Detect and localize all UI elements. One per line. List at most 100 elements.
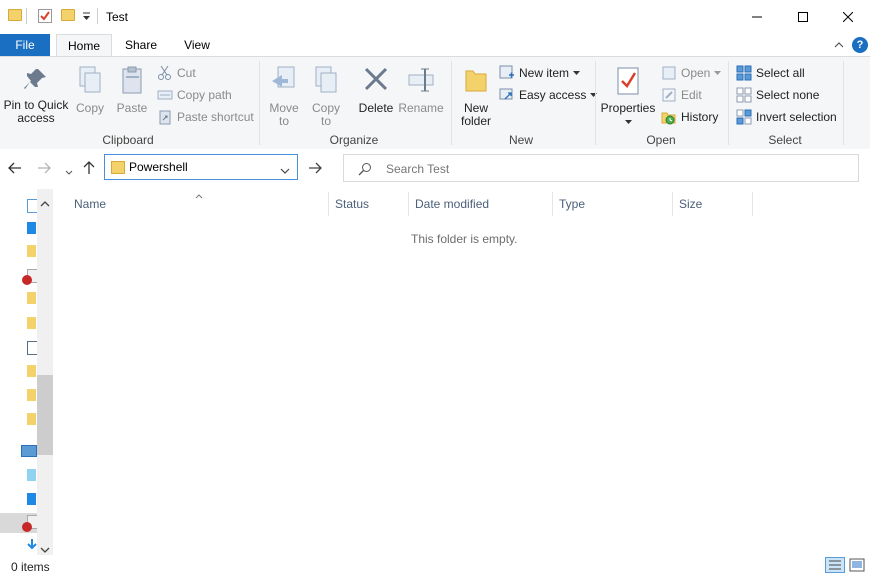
- pin-to-quick-access-button[interactable]: Pin to Quick access: [2, 65, 70, 125]
- go-arrow-icon[interactable]: [308, 162, 322, 177]
- rename-button[interactable]: Rename: [398, 65, 444, 115]
- copy-icon: [79, 66, 101, 93]
- tab-file[interactable]: File: [0, 34, 50, 56]
- copy-path-label: Copy path: [177, 88, 232, 102]
- folder-item-icon[interactable]: [27, 245, 36, 257]
- open-button[interactable]: Open: [661, 63, 722, 83]
- error-badge-icon: [22, 275, 32, 285]
- column-header-name[interactable]: Name: [74, 196, 106, 216]
- folder-item-icon[interactable]: [27, 292, 36, 304]
- easy-access-button[interactable]: Easy access: [499, 85, 598, 105]
- close-button[interactable]: [826, 0, 870, 34]
- properties-qa-icon[interactable]: [38, 9, 52, 23]
- address-bar[interactable]: [104, 154, 298, 180]
- tab-share[interactable]: Share: [116, 34, 166, 56]
- copy-path-button[interactable]: Copy path: [157, 85, 232, 105]
- sort-indicator-icon: [195, 188, 203, 202]
- edit-icon: [661, 87, 677, 103]
- paste-shortcut-label: Paste shortcut: [177, 110, 254, 124]
- tab-view[interactable]: View: [172, 34, 222, 56]
- column-divider[interactable]: [752, 192, 753, 216]
- cut-button[interactable]: Cut: [157, 63, 196, 83]
- move-to-button[interactable]: Move to: [266, 65, 302, 128]
- error-badge-icon: [22, 522, 32, 532]
- folder-icon: [8, 9, 22, 21]
- column-header-status[interactable]: Status: [335, 196, 369, 216]
- new-item-button[interactable]: New item: [499, 63, 581, 83]
- folder-item-icon[interactable]: [27, 389, 36, 401]
- column-header-date-modified[interactable]: Date modified: [415, 196, 489, 216]
- paste-shortcut-icon: [157, 109, 173, 125]
- back-arrow-icon[interactable]: [8, 162, 22, 177]
- new-item-icon: [499, 65, 515, 81]
- select-none-button[interactable]: Select none: [736, 85, 819, 105]
- navigation-pane: [0, 189, 53, 555]
- this-pc-item-icon[interactable]: [21, 445, 37, 457]
- delete-button[interactable]: Delete: [356, 65, 396, 115]
- scroll-thumb[interactable]: [37, 375, 53, 455]
- open-label: Open: [681, 66, 711, 80]
- navigation-bar: [0, 149, 870, 189]
- column-header-size[interactable]: Size: [679, 196, 702, 216]
- copy-button[interactable]: Copy: [72, 65, 108, 115]
- select-none-icon: [736, 87, 752, 103]
- help-icon[interactable]: ?: [852, 37, 868, 53]
- search-input[interactable]: [384, 161, 788, 177]
- folder-item-icon[interactable]: [27, 317, 36, 329]
- group-divider: [259, 61, 260, 145]
- onedrive-item-icon[interactable]: [27, 222, 36, 234]
- nav-pane-scrollbar[interactable]: [37, 189, 53, 555]
- paste-button[interactable]: Paste: [114, 65, 150, 115]
- column-divider[interactable]: [672, 192, 673, 216]
- copy-to-label: Copy to: [311, 101, 340, 128]
- search-box[interactable]: [343, 154, 859, 182]
- copy-to-button[interactable]: Copy to: [308, 65, 344, 128]
- easy-access-icon: [499, 87, 515, 103]
- large-icons-view-icon[interactable]: [849, 558, 865, 572]
- desktop-item-icon[interactable]: [27, 493, 36, 505]
- customize-qa-dropdown-icon[interactable]: [82, 10, 91, 24]
- paste-shortcut-button[interactable]: Paste shortcut: [157, 107, 254, 127]
- invert-selection-icon: [736, 109, 752, 125]
- folder-item-icon[interactable]: [27, 413, 36, 425]
- paste-icon: [122, 66, 142, 94]
- recent-locations-chevron-icon[interactable]: [65, 165, 73, 179]
- 3d-objects-item-icon[interactable]: [27, 469, 36, 481]
- collapse-ribbon-icon[interactable]: [834, 38, 844, 52]
- column-header-type[interactable]: Type: [559, 196, 585, 216]
- item-count: 0 items: [11, 560, 50, 574]
- up-arrow-icon[interactable]: [83, 161, 95, 178]
- properties-button[interactable]: Properties: [600, 65, 656, 128]
- forward-arrow-icon[interactable]: [37, 162, 51, 177]
- new-folder-qa-icon[interactable]: [61, 9, 75, 21]
- address-dropdown-chevron-icon[interactable]: [280, 164, 290, 178]
- new-folder-icon: [465, 70, 487, 92]
- tab-home[interactable]: Home: [56, 34, 112, 57]
- divider: [97, 8, 98, 24]
- downloads-item-icon[interactable]: [27, 539, 37, 554]
- copy-label: Copy: [75, 101, 104, 115]
- scissors-icon: [157, 65, 173, 81]
- cut-label: Cut: [177, 66, 196, 80]
- new-folder-label: New folder: [460, 101, 492, 128]
- new-folder-button[interactable]: New folder: [456, 65, 496, 128]
- group-divider: [728, 61, 729, 145]
- scroll-up-icon[interactable]: [40, 196, 50, 210]
- address-input[interactable]: [129, 160, 269, 174]
- minimize-button[interactable]: [734, 0, 780, 34]
- invert-selection-label: Invert selection: [756, 110, 837, 124]
- organize-group-label: Organize: [329, 133, 379, 147]
- invert-selection-button[interactable]: Invert selection: [736, 107, 837, 127]
- column-divider[interactable]: [328, 192, 329, 216]
- history-button[interactable]: History: [661, 107, 718, 127]
- history-icon: [661, 109, 677, 125]
- column-divider[interactable]: [408, 192, 409, 216]
- column-divider[interactable]: [552, 192, 553, 216]
- history-label: History: [681, 110, 719, 124]
- folder-item-icon[interactable]: [27, 365, 36, 377]
- rename-label: Rename: [398, 101, 444, 115]
- edit-button[interactable]: Edit: [661, 85, 702, 105]
- select-all-button[interactable]: Select all: [736, 63, 805, 83]
- maximize-button[interactable]: [780, 0, 826, 34]
- details-view-icon[interactable]: [825, 557, 845, 573]
